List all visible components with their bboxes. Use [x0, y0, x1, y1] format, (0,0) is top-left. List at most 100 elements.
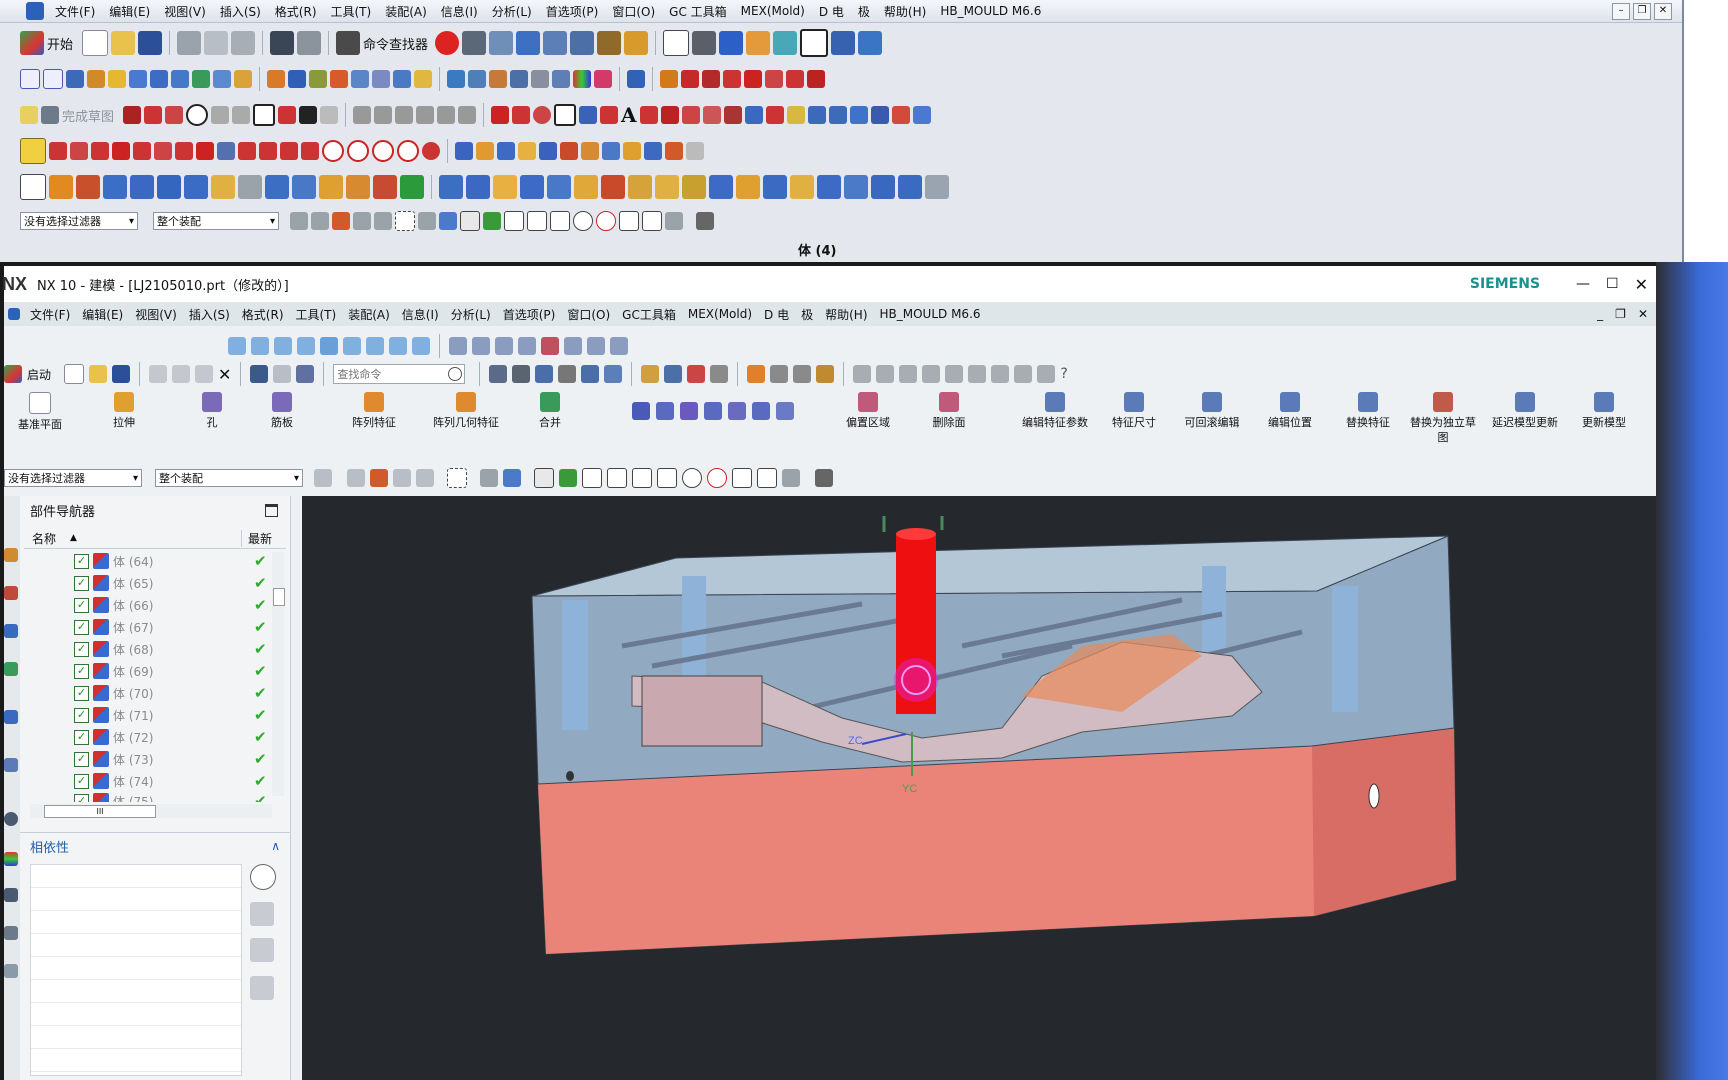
visibility-checkbox[interactable]: ✓: [74, 663, 89, 679]
curve-fillet-icon[interactable]: [744, 70, 762, 88]
new-file-icon[interactable]: [82, 30, 109, 56]
mid-point-icon[interactable]: [582, 468, 602, 488]
rect-outline-icon[interactable]: [554, 104, 577, 126]
offset-region-button[interactable]: 偏置区域: [838, 392, 898, 430]
arrow-left-icon[interactable]: [250, 938, 274, 962]
inner-menu-hb-mould[interactable]: HB_MOULD M6.6: [874, 307, 987, 321]
inner-menu-gc-toolbox[interactable]: GC工具箱: [616, 306, 682, 323]
marquee-icon[interactable]: [447, 468, 467, 488]
polygon-icon[interactable]: [278, 106, 297, 124]
outer-menu-analysis[interactable]: 分析(L): [485, 3, 539, 20]
groove-icon[interactable]: [319, 175, 343, 199]
helix-icon[interactable]: [639, 106, 658, 124]
rib-button[interactable]: 筋板: [262, 392, 302, 430]
tree-row[interactable]: ✓ 体 (73) ✔: [24, 748, 270, 770]
wcs-icon[interactable]: [516, 31, 541, 55]
tree-row[interactable]: ✓ 体 (68) ✔: [24, 638, 270, 660]
visibility-checkbox[interactable]: ✓: [74, 773, 89, 789]
outer-menu-file[interactable]: 文件(F): [48, 3, 102, 20]
extension-icon[interactable]: [267, 70, 285, 88]
arc-tangent-icon[interactable]: [280, 142, 298, 160]
tree-row[interactable]: ✓ 体 (71) ✔: [24, 704, 270, 726]
visibility-checkbox[interactable]: ✓: [74, 597, 89, 613]
export-icon[interactable]: [831, 31, 856, 55]
view-cube-4-icon[interactable]: [297, 337, 315, 355]
layer-settings-icon[interactable]: [793, 365, 812, 383]
scale-curve-icon[interactable]: [828, 106, 847, 124]
hierarchy-icon[interactable]: [945, 365, 964, 383]
trim-sheet-icon[interactable]: [288, 70, 306, 88]
mould-model[interactable]: ZC YC: [302, 496, 1656, 1080]
copy-icon[interactable]: [172, 365, 191, 383]
measure-icon[interactable]: [597, 31, 622, 55]
render-8-icon[interactable]: [610, 337, 628, 355]
control-point-icon[interactable]: [527, 211, 547, 231]
thicken-body-icon[interactable]: [736, 175, 760, 199]
view-cube-3-icon[interactable]: [274, 337, 292, 355]
feature-cube-5-icon[interactable]: [539, 142, 557, 160]
wave-icon[interactable]: [816, 365, 835, 383]
tube-icon[interactable]: [292, 175, 316, 199]
quick-trim-icon[interactable]: [353, 106, 372, 124]
tool-grey-2-icon[interactable]: [876, 365, 895, 383]
circle-tangent-icon[interactable]: [372, 140, 394, 162]
offset-face-icon[interactable]: [655, 175, 679, 199]
delay-update-button[interactable]: 延迟模型更新: [1492, 392, 1558, 430]
angle-line-icon[interactable]: [70, 142, 88, 160]
text-style-icon[interactable]: [1037, 365, 1056, 383]
tool-grey-3-icon[interactable]: [899, 365, 918, 383]
bounded-plane-icon[interactable]: [234, 70, 252, 88]
magnify-icon[interactable]: [250, 864, 276, 890]
draft-analysis-icon[interactable]: [510, 70, 528, 88]
tool-grey-1-icon[interactable]: [853, 365, 872, 383]
patch-icon[interactable]: [393, 70, 411, 88]
redo-icon[interactable]: [273, 365, 292, 383]
parallel-line-icon[interactable]: [91, 142, 109, 160]
split-icon[interactable]: [628, 175, 652, 199]
combined-curve-icon[interactable]: [786, 106, 805, 124]
mirror-icon[interactable]: [807, 106, 826, 124]
history-tab-icon[interactable]: [4, 710, 18, 724]
chain-icon[interactable]: [373, 175, 397, 199]
edge-blend-icon[interactable]: [547, 175, 571, 199]
scroll-thumb[interactable]: [273, 588, 285, 606]
circle-radius-icon[interactable]: [397, 140, 419, 162]
visibility-checkbox[interactable]: ✓: [74, 729, 89, 745]
inner-maximize-button[interactable]: ☐: [1606, 276, 1619, 292]
end-point-icon[interactable]: [483, 212, 501, 230]
shell-icon[interactable]: [493, 175, 517, 199]
tree-row[interactable]: ✓ 体 (64) ✔: [24, 550, 270, 572]
mirror-curve-icon[interactable]: [458, 106, 477, 124]
play-icon[interactable]: [570, 31, 595, 55]
profile-icon[interactable]: [123, 106, 142, 124]
rectangle-sketch-icon[interactable]: [20, 69, 40, 89]
feature-cube-12-icon[interactable]: [686, 142, 704, 160]
delete-face-button[interactable]: 删除面: [924, 392, 974, 430]
curve-join-icon[interactable]: [807, 70, 825, 88]
arrow-right-icon[interactable]: [250, 902, 274, 926]
perpendicular-icon[interactable]: [112, 142, 130, 160]
delete-icon[interactable]: ✕: [218, 365, 231, 384]
pattern-feature-button[interactable]: 阵列特征: [344, 392, 404, 430]
constraint-navigator-tab-icon[interactable]: [4, 586, 18, 600]
slope-icon[interactable]: [531, 70, 549, 88]
snap-icon[interactable]: [20, 138, 46, 164]
visibility-checkbox[interactable]: ✓: [74, 575, 89, 591]
cone-icon[interactable]: [157, 175, 181, 199]
cylinder-icon[interactable]: [130, 175, 154, 199]
filter-settings-icon[interactable]: [314, 469, 332, 487]
update-model-button[interactable]: 更新模型: [1574, 392, 1634, 430]
grid-table-icon[interactable]: [815, 469, 833, 487]
wireframe-icon[interactable]: [925, 175, 949, 199]
inner-filter-dropdown[interactable]: 没有选择过滤器: [4, 469, 142, 487]
select-all-icon[interactable]: [311, 212, 329, 230]
curve-bridge-icon[interactable]: [786, 70, 804, 88]
render-5-icon[interactable]: [541, 337, 559, 355]
open-folder-icon[interactable]: [111, 31, 136, 55]
cube-teal-icon[interactable]: [773, 31, 798, 55]
outer-menu-help[interactable]: 帮助(H): [877, 3, 933, 20]
inner-menu-window[interactable]: 窗口(O): [561, 306, 616, 323]
outer-menu-window[interactable]: 窗口(O): [605, 3, 662, 20]
block-icon[interactable]: [103, 175, 127, 199]
line-icon[interactable]: [144, 106, 163, 124]
